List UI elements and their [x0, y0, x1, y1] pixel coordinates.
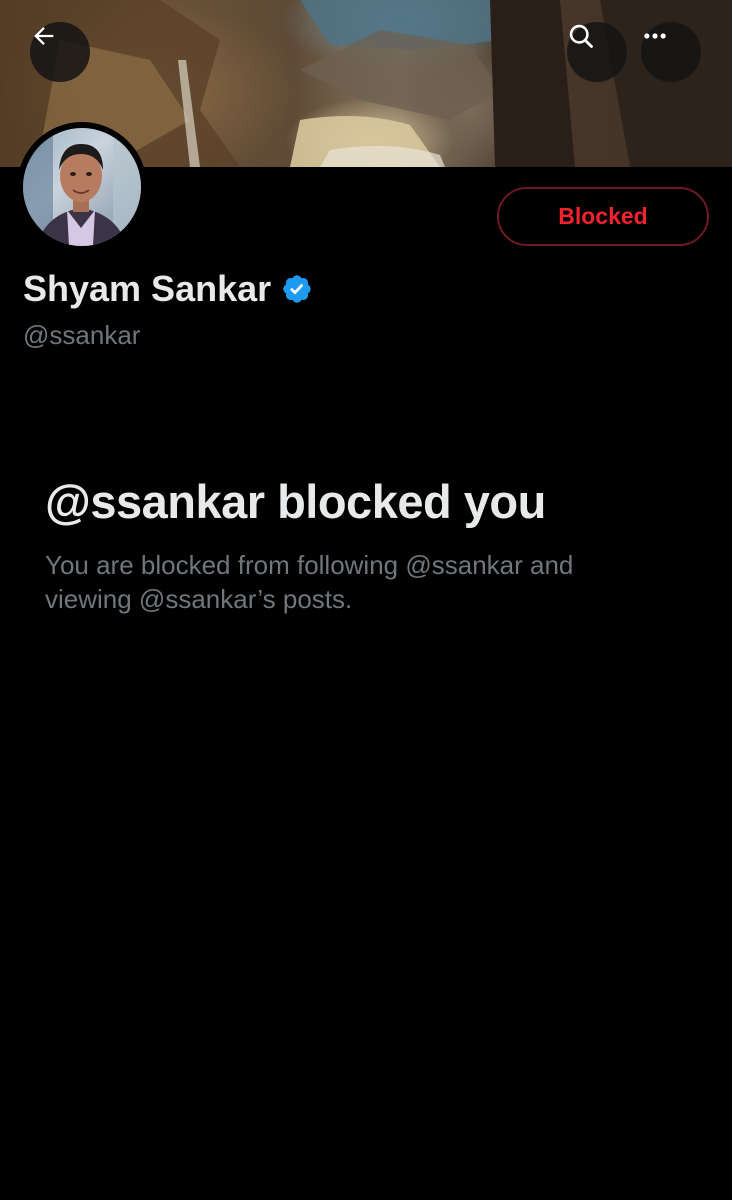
- search-icon: [569, 24, 593, 48]
- more-options-button[interactable]: [641, 22, 701, 82]
- blocked-button[interactable]: Blocked: [497, 187, 709, 246]
- more-horizontal-icon: [644, 33, 666, 39]
- blocked-notice-title: @ssankar blocked you: [45, 475, 546, 528]
- avatar-photo: [23, 128, 141, 246]
- blocked-button-label: Blocked: [558, 203, 648, 229]
- person-photo-icon: [23, 128, 141, 246]
- blocked-notice-description: You are blocked from following @ssankar …: [45, 550, 574, 614]
- search-button[interactable]: [567, 22, 627, 82]
- verified-badge-icon[interactable]: [281, 273, 313, 305]
- profile-handle: @ssankar: [23, 320, 141, 350]
- avatar[interactable]: [17, 122, 147, 252]
- arrow-left-icon: [34, 27, 54, 45]
- profile-display-name: Shyam Sankar: [23, 268, 313, 310]
- display-name-text: Shyam Sankar: [23, 268, 272, 309]
- back-button[interactable]: [30, 22, 90, 82]
